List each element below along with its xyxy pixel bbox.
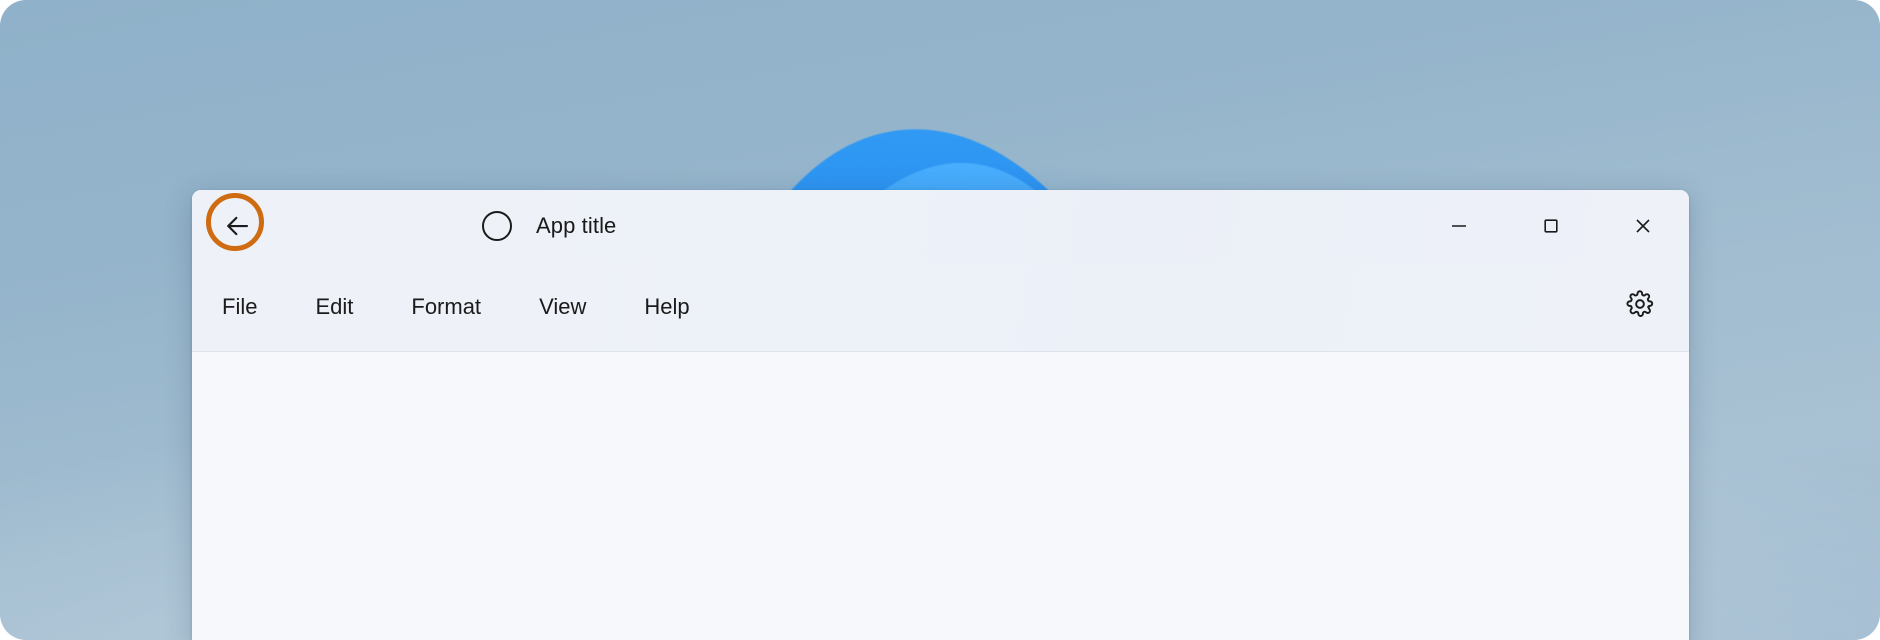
- minimize-button[interactable]: [1413, 190, 1505, 262]
- screen: App title File Edit Format View Help: [0, 0, 1880, 640]
- app-title: App title: [536, 213, 617, 238]
- gear-icon: [1625, 289, 1655, 324]
- menu-item-format[interactable]: Format: [395, 285, 497, 329]
- maximize-icon: [1540, 215, 1562, 237]
- maximize-button[interactable]: [1505, 190, 1597, 262]
- back-button[interactable]: [214, 203, 260, 249]
- close-button[interactable]: [1597, 190, 1689, 262]
- app-window: App title File Edit Format View Help: [192, 190, 1689, 640]
- minimize-icon: [1448, 215, 1470, 237]
- menu-item-edit[interactable]: Edit: [299, 285, 369, 329]
- title-bar[interactable]: App title: [192, 190, 1689, 262]
- content-area[interactable]: [192, 352, 1689, 640]
- menu-item-file[interactable]: File: [206, 285, 273, 329]
- menu-item-help[interactable]: Help: [628, 285, 705, 329]
- window-controls: [1413, 190, 1689, 262]
- arrow-left-icon: [222, 211, 252, 241]
- app-icon: [482, 211, 512, 241]
- close-icon: [1632, 215, 1654, 237]
- menu-item-view[interactable]: View: [523, 285, 602, 329]
- menu-bar: File Edit Format View Help: [192, 262, 1689, 352]
- settings-button[interactable]: [1617, 284, 1663, 330]
